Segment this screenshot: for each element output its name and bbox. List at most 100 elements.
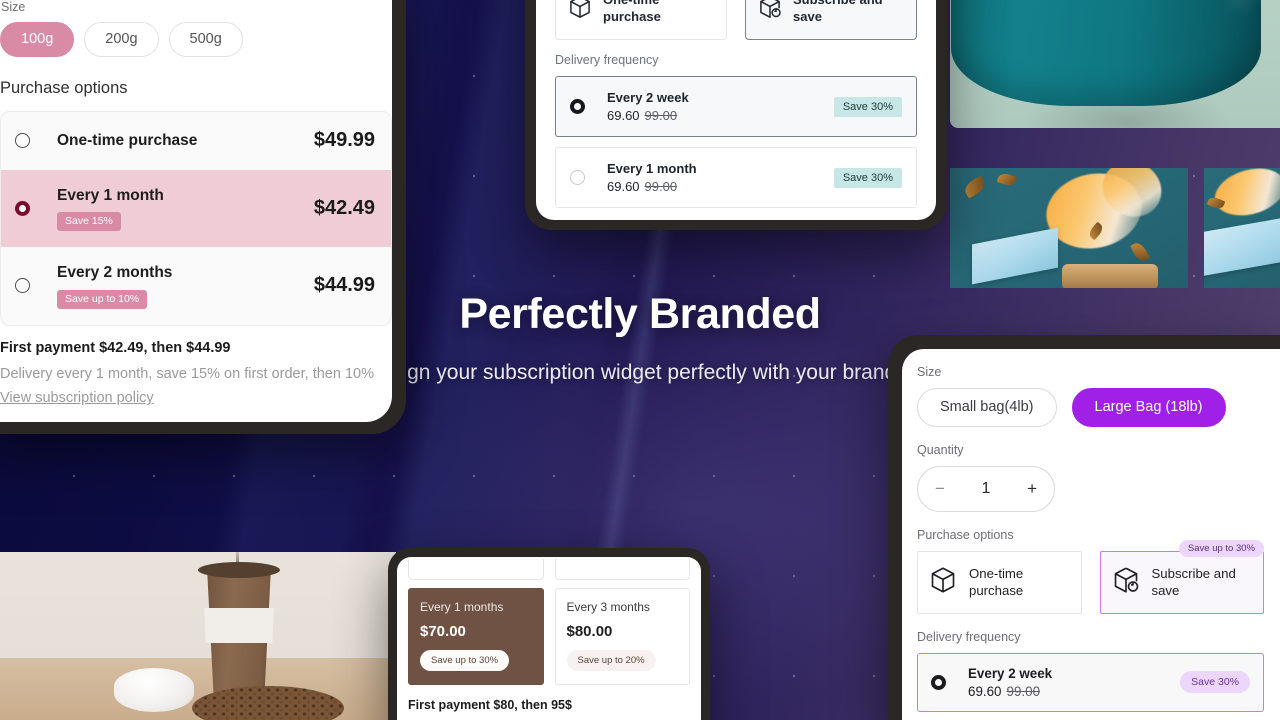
subscription-widget-pink: Size 100g 200g 500g Purchase options One… <box>0 0 392 407</box>
frequency-card-title: Every 3 months <box>566 600 650 614</box>
frequency-save-badge: Save 30% <box>833 96 902 117</box>
orange-swirl <box>1209 168 1280 224</box>
box-icon <box>567 0 593 25</box>
quantity-increment-button[interactable]: + <box>1027 479 1037 499</box>
purchase-option-title: Every 1 month <box>57 186 164 204</box>
hero-title: Perfectly Branded <box>459 290 821 338</box>
coffee-cup-lid <box>114 668 194 712</box>
frequency-title: Every 1 month <box>607 161 697 176</box>
size-label: Size <box>1 0 26 14</box>
device-mockup-light-widget: One-time purchase Subscribe and save <box>525 0 947 230</box>
size-option-100g[interactable]: 100g <box>0 22 75 57</box>
purchase-option-price: $44.99 <box>313 274 375 297</box>
purchase-option-every-1-month[interactable]: Every 1 month Save 15% $42.49 <box>1 169 391 248</box>
purchase-option-one-time[interactable]: One-time purchase <box>917 550 1082 614</box>
frequency-compare-price: 99.00 <box>1006 683 1041 699</box>
radio-icon[interactable] <box>15 278 30 294</box>
box-refresh-icon <box>1111 565 1141 600</box>
frequency-price-value: 69.60 <box>968 683 1002 699</box>
petal <box>961 175 989 199</box>
frequency-option-every-2-week[interactable]: Every 2 week 69.60 99.00 Save 30% <box>555 76 917 137</box>
radio-icon[interactable] <box>15 200 30 216</box>
frequency-title: Every 2 week <box>968 665 1053 681</box>
purchase-options-heading: Purchase options <box>0 78 128 97</box>
purchase-option-every-2-months[interactable]: Every 2 months Save up to 10% $44.99 <box>1 247 391 325</box>
purchase-option-one-time[interactable]: One-time purchase <box>555 0 727 40</box>
purchase-option-label: Subscribe and save <box>1151 566 1236 599</box>
screen-pink-widget: Size 100g 200g 500g Purchase options One… <box>0 0 392 422</box>
coffee-cup-band <box>204 608 274 643</box>
subscription-widget-purple: Size Small bag(4lb) Large Bag (18lb) Qua… <box>902 349 1280 720</box>
purchase-option-title: Every 2 months <box>57 264 173 282</box>
frequency-price: 69.60 99.00 <box>607 179 834 194</box>
delivery-note: Delivery every 1 month, save 15% on firs… <box>0 365 374 382</box>
frequency-option-every-1-month[interactable]: Every 1 month 69.60 99.00 Save 30% <box>555 147 917 208</box>
frequency-body: Every 2 week 69.60 99.00 <box>946 666 1180 699</box>
size-options: Small bag(4lb) Large Bag (18lb) <box>917 388 1264 427</box>
partial-cards-row-above <box>408 557 690 580</box>
first-payment-text: First payment $80, then 95$ <box>408 698 572 712</box>
hero-stage: Perfectly Branded Align your subscriptio… <box>0 0 1280 720</box>
purchase-option-price: $49.99 <box>313 129 375 152</box>
soap-bar <box>972 227 1058 285</box>
quantity-value: 1 <box>981 479 991 497</box>
frequency-price-value: 69.60 <box>607 108 640 123</box>
soap-bar <box>1204 215 1280 277</box>
size-option-small-bag[interactable]: Small bag(4lb) <box>917 388 1057 427</box>
frequency-save-badge: Save 30% <box>833 167 902 188</box>
radio-icon[interactable] <box>570 170 585 185</box>
purchase-option-body: Every 1 month Save 15% <box>30 186 314 232</box>
purchase-option-one-time[interactable]: One-time purchase $49.99 <box>1 112 391 170</box>
screen-brown-widget: Every 1 months $70.00 Save up to 30% Eve… <box>397 557 701 720</box>
petal <box>1130 240 1150 264</box>
purchase-option-price: $42.49 <box>313 196 375 219</box>
frequency-card-badge: Save up to 20% <box>566 650 656 671</box>
quantity-stepper[interactable]: − 1 + <box>917 465 1055 512</box>
device-mockup-pink-widget: Size 100g 200g 500g Purchase options One… <box>0 0 406 434</box>
purchase-option-label: One-time purchase <box>969 566 1024 599</box>
size-option-200g[interactable]: 200g <box>84 22 159 57</box>
subscription-widget-brown: Every 1 months $70.00 Save up to 30% Eve… <box>397 557 701 720</box>
subscription-policy-link[interactable]: View subscription policy <box>0 390 154 406</box>
purchase-option-badge: Save 15% <box>57 212 121 232</box>
purchase-option-title: One-time purchase <box>57 131 198 149</box>
radio-icon[interactable] <box>931 674 946 690</box>
frequency-card-every-1-months[interactable]: Every 1 months $70.00 Save up to 30% <box>408 588 544 685</box>
frequency-compare-price: 99.00 <box>644 179 678 194</box>
purchase-options-row: One-time purchase Subscribe and save <box>555 0 917 40</box>
frequency-card-badge: Save up to 30% <box>420 650 510 671</box>
size-option-500g[interactable]: 500g <box>168 22 243 57</box>
frequency-option-every-2-week[interactable]: Every 2 week 69.60 99.00 Save 30% <box>917 652 1264 712</box>
device-mockup-purple-widget: Size Small bag(4lb) Large Bag (18lb) Qua… <box>888 335 1280 720</box>
frequency-card-price: $80.00 <box>566 623 613 640</box>
petal <box>996 171 1018 188</box>
size-option-large-bag[interactable]: Large Bag (18lb) <box>1071 388 1226 427</box>
quantity-decrement-button[interactable]: − <box>935 479 945 499</box>
frequency-card-price: $70.00 <box>420 623 466 640</box>
radio-icon[interactable] <box>570 99 585 114</box>
purchase-option-badge: Save up to 10% <box>57 289 148 309</box>
partial-card[interactable] <box>408 557 544 580</box>
frequency-cards-row: Every 1 months $70.00 Save up to 30% Eve… <box>408 588 690 685</box>
quantity-label: Quantity <box>917 442 964 457</box>
subscription-widget-light: One-time purchase Subscribe and save <box>536 0 936 220</box>
frequency-body: Every 2 week 69.60 99.00 <box>585 90 834 123</box>
purchase-options-list: One-time purchase $49.99 Every 1 month S… <box>0 110 392 326</box>
partial-card[interactable] <box>554 557 690 580</box>
frequency-price: 69.60 99.00 <box>607 108 834 123</box>
purchase-option-body: Every 2 months Save up to 10% <box>30 263 314 309</box>
screen-purple-widget: Size Small bag(4lb) Large Bag (18lb) Qua… <box>902 349 1280 720</box>
box-icon <box>928 565 958 600</box>
purchase-option-label: Subscribe and save <box>793 0 883 24</box>
save-ribbon-badge: Save up to 30% <box>1178 539 1264 557</box>
size-options: 100g 200g 500g <box>0 22 392 57</box>
frequency-title: Every 2 week <box>607 90 689 105</box>
delivery-frequency-label: Delivery frequency <box>917 629 1021 644</box>
purchase-option-subscribe[interactable]: Save up to 30% Subscribe and save <box>1099 539 1264 614</box>
radio-icon[interactable] <box>15 133 30 149</box>
frequency-compare-price: 99.00 <box>644 108 678 123</box>
purchase-option-label: One-time purchase <box>603 0 661 24</box>
frequency-card-every-3-months[interactable]: Every 3 months $80.00 Save up to 20% <box>554 588 690 685</box>
purchase-option-subscribe[interactable]: Subscribe and save <box>745 0 917 40</box>
first-payment-text: First payment $42.49, then $44.99 <box>0 339 231 356</box>
